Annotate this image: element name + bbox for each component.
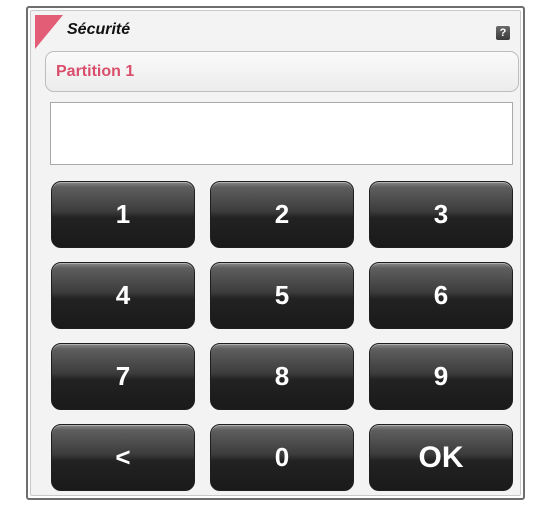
accent-corner-flag: [35, 15, 63, 49]
panel-body: Sécurité ? Partition 1 1 2 3 4 5 6 7 8 9…: [30, 10, 521, 496]
numeric-keypad: 1 2 3 4 5 6 7 8 9 < 0 OK: [51, 181, 513, 493]
key-4[interactable]: 4: [51, 262, 195, 329]
key-1[interactable]: 1: [51, 181, 195, 248]
key-9[interactable]: 9: [369, 343, 513, 410]
code-display-field[interactable]: [50, 102, 513, 165]
key-8[interactable]: 8: [210, 343, 354, 410]
partition-label: Partition 1: [56, 63, 135, 80]
key-6[interactable]: 6: [369, 262, 513, 329]
key-7[interactable]: 7: [51, 343, 195, 410]
partition-selector[interactable]: Partition 1: [45, 51, 519, 92]
key-0[interactable]: 0: [210, 424, 354, 491]
help-icon[interactable]: ?: [496, 26, 510, 40]
key-2[interactable]: 2: [210, 181, 354, 248]
key-3[interactable]: 3: [369, 181, 513, 248]
security-panel: Sécurité ? Partition 1 1 2 3 4 5 6 7 8 9…: [26, 6, 525, 500]
backspace-key[interactable]: <: [51, 424, 195, 491]
ok-button[interactable]: OK: [369, 424, 513, 491]
panel-title: Sécurité: [67, 21, 131, 38]
key-5[interactable]: 5: [210, 262, 354, 329]
